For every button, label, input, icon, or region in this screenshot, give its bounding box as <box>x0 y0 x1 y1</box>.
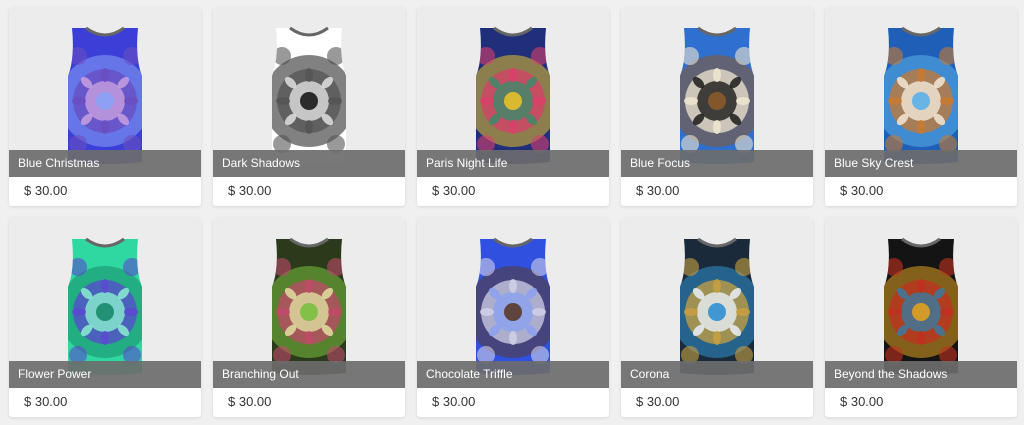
product-name[interactable]: Corona <box>621 361 813 388</box>
product-card[interactable]: Dark Shadows $ 30.00 <box>213 7 405 206</box>
tank-top-icon <box>68 26 142 164</box>
product-name[interactable]: Paris Night Life <box>417 150 609 177</box>
product-price: $ 30.00 <box>228 183 272 198</box>
product-name[interactable]: Chocolate Triffle <box>417 361 609 388</box>
product-card[interactable]: Paris Night Life $ 30.00 <box>417 7 609 206</box>
tank-top-icon <box>272 26 346 164</box>
product-card[interactable]: Blue Sky Crest $ 30.00 <box>825 7 1017 206</box>
product-price: $ 30.00 <box>432 394 476 409</box>
product-card[interactable]: Blue Christmas $ 30.00 <box>9 7 201 206</box>
product-card[interactable]: Flower Power $ 30.00 <box>9 218 201 417</box>
product-card[interactable]: Chocolate Triffle $ 30.00 <box>417 218 609 417</box>
product-name[interactable]: Dark Shadows <box>213 150 405 177</box>
tank-top-icon <box>68 237 142 375</box>
product-price: $ 30.00 <box>24 394 68 409</box>
product-name[interactable]: Branching Out <box>213 361 405 388</box>
product-name[interactable]: Flower Power <box>9 361 201 388</box>
product-price: $ 30.00 <box>840 394 884 409</box>
tank-top-icon <box>680 237 754 375</box>
product-price: $ 30.00 <box>24 183 68 198</box>
product-price: $ 30.00 <box>636 394 680 409</box>
tank-top-icon <box>680 26 754 164</box>
product-name[interactable]: Beyond the Shadows <box>825 361 1017 388</box>
product-name[interactable]: Blue Focus <box>621 150 813 177</box>
tank-top-icon <box>272 237 346 375</box>
product-price: $ 30.00 <box>840 183 884 198</box>
tank-top-icon <box>884 237 958 375</box>
product-name[interactable]: Blue Sky Crest <box>825 150 1017 177</box>
product-card[interactable]: Corona $ 30.00 <box>621 218 813 417</box>
product-price: $ 30.00 <box>228 394 272 409</box>
product-price: $ 30.00 <box>636 183 680 198</box>
product-price: $ 30.00 <box>432 183 476 198</box>
product-card[interactable]: Beyond the Shadows $ 30.00 <box>825 218 1017 417</box>
product-card[interactable]: Branching Out $ 30.00 <box>213 218 405 417</box>
tank-top-icon <box>476 26 550 164</box>
tank-top-icon <box>476 237 550 375</box>
product-grid: Blue Christmas $ 30.00 Dark Shadows $ 30… <box>0 0 1024 425</box>
product-name[interactable]: Blue Christmas <box>9 150 201 177</box>
product-card[interactable]: Blue Focus $ 30.00 <box>621 7 813 206</box>
tank-top-icon <box>884 26 958 164</box>
